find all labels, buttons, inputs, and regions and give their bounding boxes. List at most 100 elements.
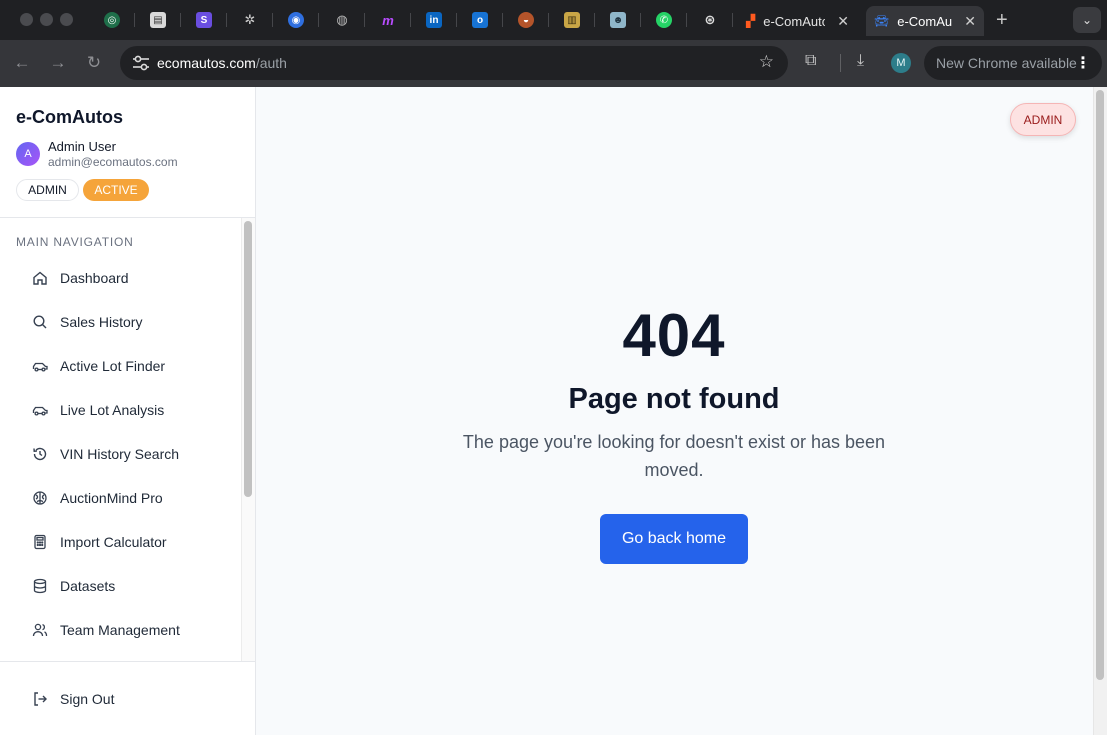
tab-separator: [364, 13, 365, 27]
sign-out-button[interactable]: Sign Out: [16, 681, 236, 717]
car-icon: [32, 358, 48, 374]
sidebar-item-label: Datasets: [60, 578, 116, 594]
tab-separator: [180, 13, 181, 27]
database-icon: [32, 578, 48, 594]
car-icon: [32, 402, 48, 418]
brand-title[interactable]: e-ComAutos: [16, 107, 123, 128]
sign-out-icon: [32, 691, 48, 707]
pinned-tab[interactable]: o: [465, 8, 495, 32]
browser-tab[interactable]: ▞ e-ComAutos ✕: [738, 6, 862, 36]
tab-favicon-icon: ☻: [610, 12, 626, 28]
extensions-puzzle-icon[interactable]: ⧉: [805, 52, 816, 70]
pinned-tab[interactable]: ◍: [327, 8, 357, 32]
search-icon: [32, 314, 48, 330]
browser-tab-bar: ◎ ▤ S ✲ ◉ ◍ m in o ◒ ▥ ☻ ✆ ⊛ ▞ e-ComAuto…: [0, 0, 1107, 40]
users-icon: [32, 622, 48, 638]
kebab-menu-icon[interactable]: ⋮: [1075, 53, 1091, 73]
sidebar-item-live-lot-analysis[interactable]: Live Lot Analysis: [16, 392, 236, 428]
sidebar-scrollbar-thumb[interactable]: [244, 221, 252, 497]
sidebar: e-ComAutos A Admin User admin@ecomautos.…: [0, 87, 256, 735]
tab-separator: [272, 13, 273, 27]
tab-favicon-icon: m: [382, 12, 394, 28]
sidebar-item-auctionmind-pro[interactable]: AuctionMind Pro: [16, 480, 236, 516]
error-description: The page you're looking for doesn't exis…: [462, 432, 886, 480]
sidebar-footer-divider: [0, 661, 255, 662]
pinned-tab[interactable]: m: [373, 8, 403, 32]
user-name: Admin User: [48, 139, 116, 154]
sign-out-label: Sign Out: [60, 691, 115, 707]
toolbar-divider: [840, 54, 841, 72]
reload-icon[interactable]: ↻: [83, 52, 105, 74]
sidebar-item-dashboard[interactable]: Dashboard: [16, 260, 236, 296]
url-host: ecomautos.com: [157, 55, 256, 71]
history-icon: [32, 446, 48, 462]
close-tab-icon[interactable]: ✕: [964, 13, 976, 30]
sidebar-item-label: Dashboard: [60, 270, 129, 286]
pinned-tab[interactable]: ☻: [603, 8, 633, 32]
update-label: New Chrome available: [936, 55, 1077, 71]
tab-separator: [502, 13, 503, 27]
window-zoom-control[interactable]: [60, 13, 73, 26]
window-minimize-control[interactable]: [40, 13, 53, 26]
calculator-icon: [32, 534, 48, 550]
tab-separator: [318, 13, 319, 27]
pinned-tab[interactable]: ⊛: [695, 8, 725, 32]
tab-favicon-icon: in: [426, 12, 442, 28]
sidebar-item-active-lot-finder[interactable]: Active Lot Finder: [16, 348, 236, 384]
sidebar-item-sales-history[interactable]: Sales History: [16, 304, 236, 340]
address-bar[interactable]: ecomautos.com/auth ☆: [120, 46, 788, 80]
pinned-tab[interactable]: ◎: [97, 8, 127, 32]
error-title: Page not found: [568, 383, 780, 415]
user-avatar: A: [16, 142, 40, 166]
bookmark-star-icon[interactable]: ☆: [759, 52, 774, 72]
tab-separator: [226, 13, 227, 27]
role-badge: ADMIN: [16, 179, 79, 201]
sidebar-item-vin-history-search[interactable]: VIN History Search: [16, 436, 236, 472]
pinned-tab[interactable]: ▤: [143, 8, 173, 32]
tab-favicon-icon: S: [196, 12, 212, 28]
pinned-tab[interactable]: ✆: [649, 8, 679, 32]
brain-icon: [32, 490, 48, 506]
tab-separator: [732, 13, 733, 27]
close-tab-icon[interactable]: ✕: [837, 13, 849, 30]
home-icon: [32, 270, 48, 286]
sidebar-item-team-management[interactable]: Team Management: [16, 612, 236, 648]
sidebar-item-label: Sales History: [60, 314, 143, 330]
tab-favicon-icon: ▞: [746, 14, 756, 28]
admin-role-badge[interactable]: ADMIN: [1010, 103, 1076, 136]
pinned-tab[interactable]: ◉: [281, 8, 311, 32]
tab-separator: [410, 13, 411, 27]
pinned-tab[interactable]: in: [419, 8, 449, 32]
window-close-control[interactable]: [20, 13, 33, 26]
pinned-tab[interactable]: ◒: [511, 8, 541, 32]
forward-arrow-icon[interactable]: →: [47, 52, 69, 74]
nav-section-heading: MAIN NAVIGATION: [16, 235, 134, 249]
error-code: 404: [622, 302, 726, 369]
sidebar-item-label: Live Lot Analysis: [60, 402, 165, 418]
url-path: /auth: [255, 55, 287, 71]
user-email: admin@ecomautos.com: [48, 155, 178, 169]
sidebar-item-label: Active Lot Finder: [60, 358, 166, 374]
new-tab-icon[interactable]: +: [996, 9, 1008, 32]
tab-search-chevron-icon[interactable]: ⌄: [1073, 7, 1101, 33]
tab-separator: [548, 13, 549, 27]
downloads-icon[interactable]: ⤓: [857, 52, 864, 70]
profile-avatar[interactable]: M: [891, 53, 911, 73]
pinned-tab[interactable]: ✲: [235, 8, 265, 32]
page-scrollbar-thumb[interactable]: [1096, 90, 1104, 680]
sidebar-item-label: Team Management: [60, 622, 180, 638]
go-back-home-button[interactable]: Go back home: [600, 514, 748, 564]
site-settings-icon[interactable]: [132, 55, 150, 71]
pinned-tab[interactable]: ▥: [557, 8, 587, 32]
car-favicon-icon: 🚘︎: [874, 14, 890, 28]
url-text[interactable]: ecomautos.com/auth: [157, 55, 287, 71]
sidebar-item-import-calculator[interactable]: Import Calculator: [16, 524, 236, 560]
chrome-update-button[interactable]: New Chrome available ⋮: [924, 46, 1102, 80]
pinned-tab[interactable]: S: [189, 8, 219, 32]
back-arrow-icon[interactable]: ←: [11, 52, 33, 74]
tab-favicon-icon: ✆: [656, 12, 672, 28]
tab-favicon-icon: ✲: [244, 12, 256, 27]
sidebar-item-datasets[interactable]: Datasets: [16, 568, 236, 604]
tab-favicon-icon: ◍: [336, 12, 348, 27]
browser-tab-active[interactable]: 🚘︎ e-ComAutos ✕: [866, 6, 984, 36]
